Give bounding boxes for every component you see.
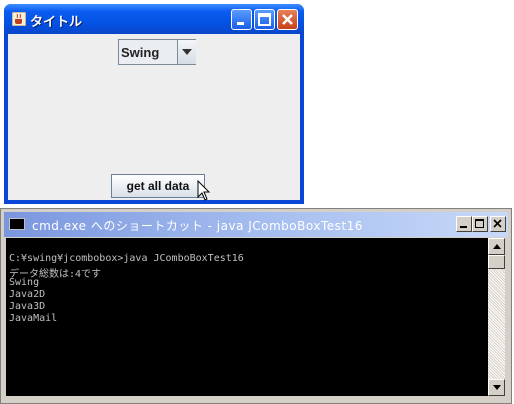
console-scrollbar[interactable] xyxy=(488,238,505,396)
maximize-icon xyxy=(475,219,484,228)
scroll-up-button[interactable] xyxy=(488,238,505,255)
console-close-button[interactable] xyxy=(490,216,506,232)
minimize-icon xyxy=(237,22,244,25)
combobox-selected-value: Swing xyxy=(121,45,160,60)
scroll-thumb[interactable] xyxy=(488,255,505,269)
get-all-data-button[interactable]: get all data xyxy=(111,174,205,198)
java-coffee-icon xyxy=(12,12,26,26)
console-line: JavaMail xyxy=(9,313,58,324)
maximize-button[interactable] xyxy=(254,9,275,30)
mouse-pointer-icon xyxy=(197,180,211,201)
console-line: Java3D xyxy=(9,301,46,312)
console-titlebar[interactable]: cmd.exe へのショートカット - java JComboBoxTest16 xyxy=(4,212,508,237)
console-window: cmd.exe へのショートカット - java JComboBoxTest16… xyxy=(0,208,512,404)
console-output[interactable]: C:¥swing¥jcombobox>java JComboBoxTest16 … xyxy=(6,238,488,396)
close-button[interactable] xyxy=(277,9,298,30)
maximize-icon xyxy=(258,13,271,26)
combobox-dropdown-button[interactable] xyxy=(177,40,196,64)
console-maximize-button[interactable] xyxy=(472,216,488,232)
console-minimize-button[interactable] xyxy=(456,216,472,232)
chevron-down-icon xyxy=(182,49,192,55)
console-line: Java2D xyxy=(9,289,46,300)
minimize-icon xyxy=(460,226,467,228)
minimize-button[interactable] xyxy=(231,9,252,30)
close-icon xyxy=(282,14,293,25)
console-line: Swing xyxy=(9,277,40,288)
cmd-icon xyxy=(9,218,25,230)
console-line: C:¥swing¥jcombobox>java JComboBoxTest16 xyxy=(9,253,244,264)
java-window-title: タイトル xyxy=(30,15,83,30)
data-combobox[interactable]: Swing xyxy=(118,39,196,65)
close-icon xyxy=(493,219,502,228)
chevron-down-icon xyxy=(493,385,501,390)
java-window: タイトル Swing get all data xyxy=(4,4,304,204)
java-window-content: Swing get all data xyxy=(8,34,300,201)
scroll-down-button[interactable] xyxy=(488,379,505,396)
chevron-up-icon xyxy=(493,244,501,249)
console-title: cmd.exe へのショートカット - java JComboBoxTest16 xyxy=(32,219,363,233)
java-window-titlebar[interactable]: タイトル xyxy=(4,4,304,34)
